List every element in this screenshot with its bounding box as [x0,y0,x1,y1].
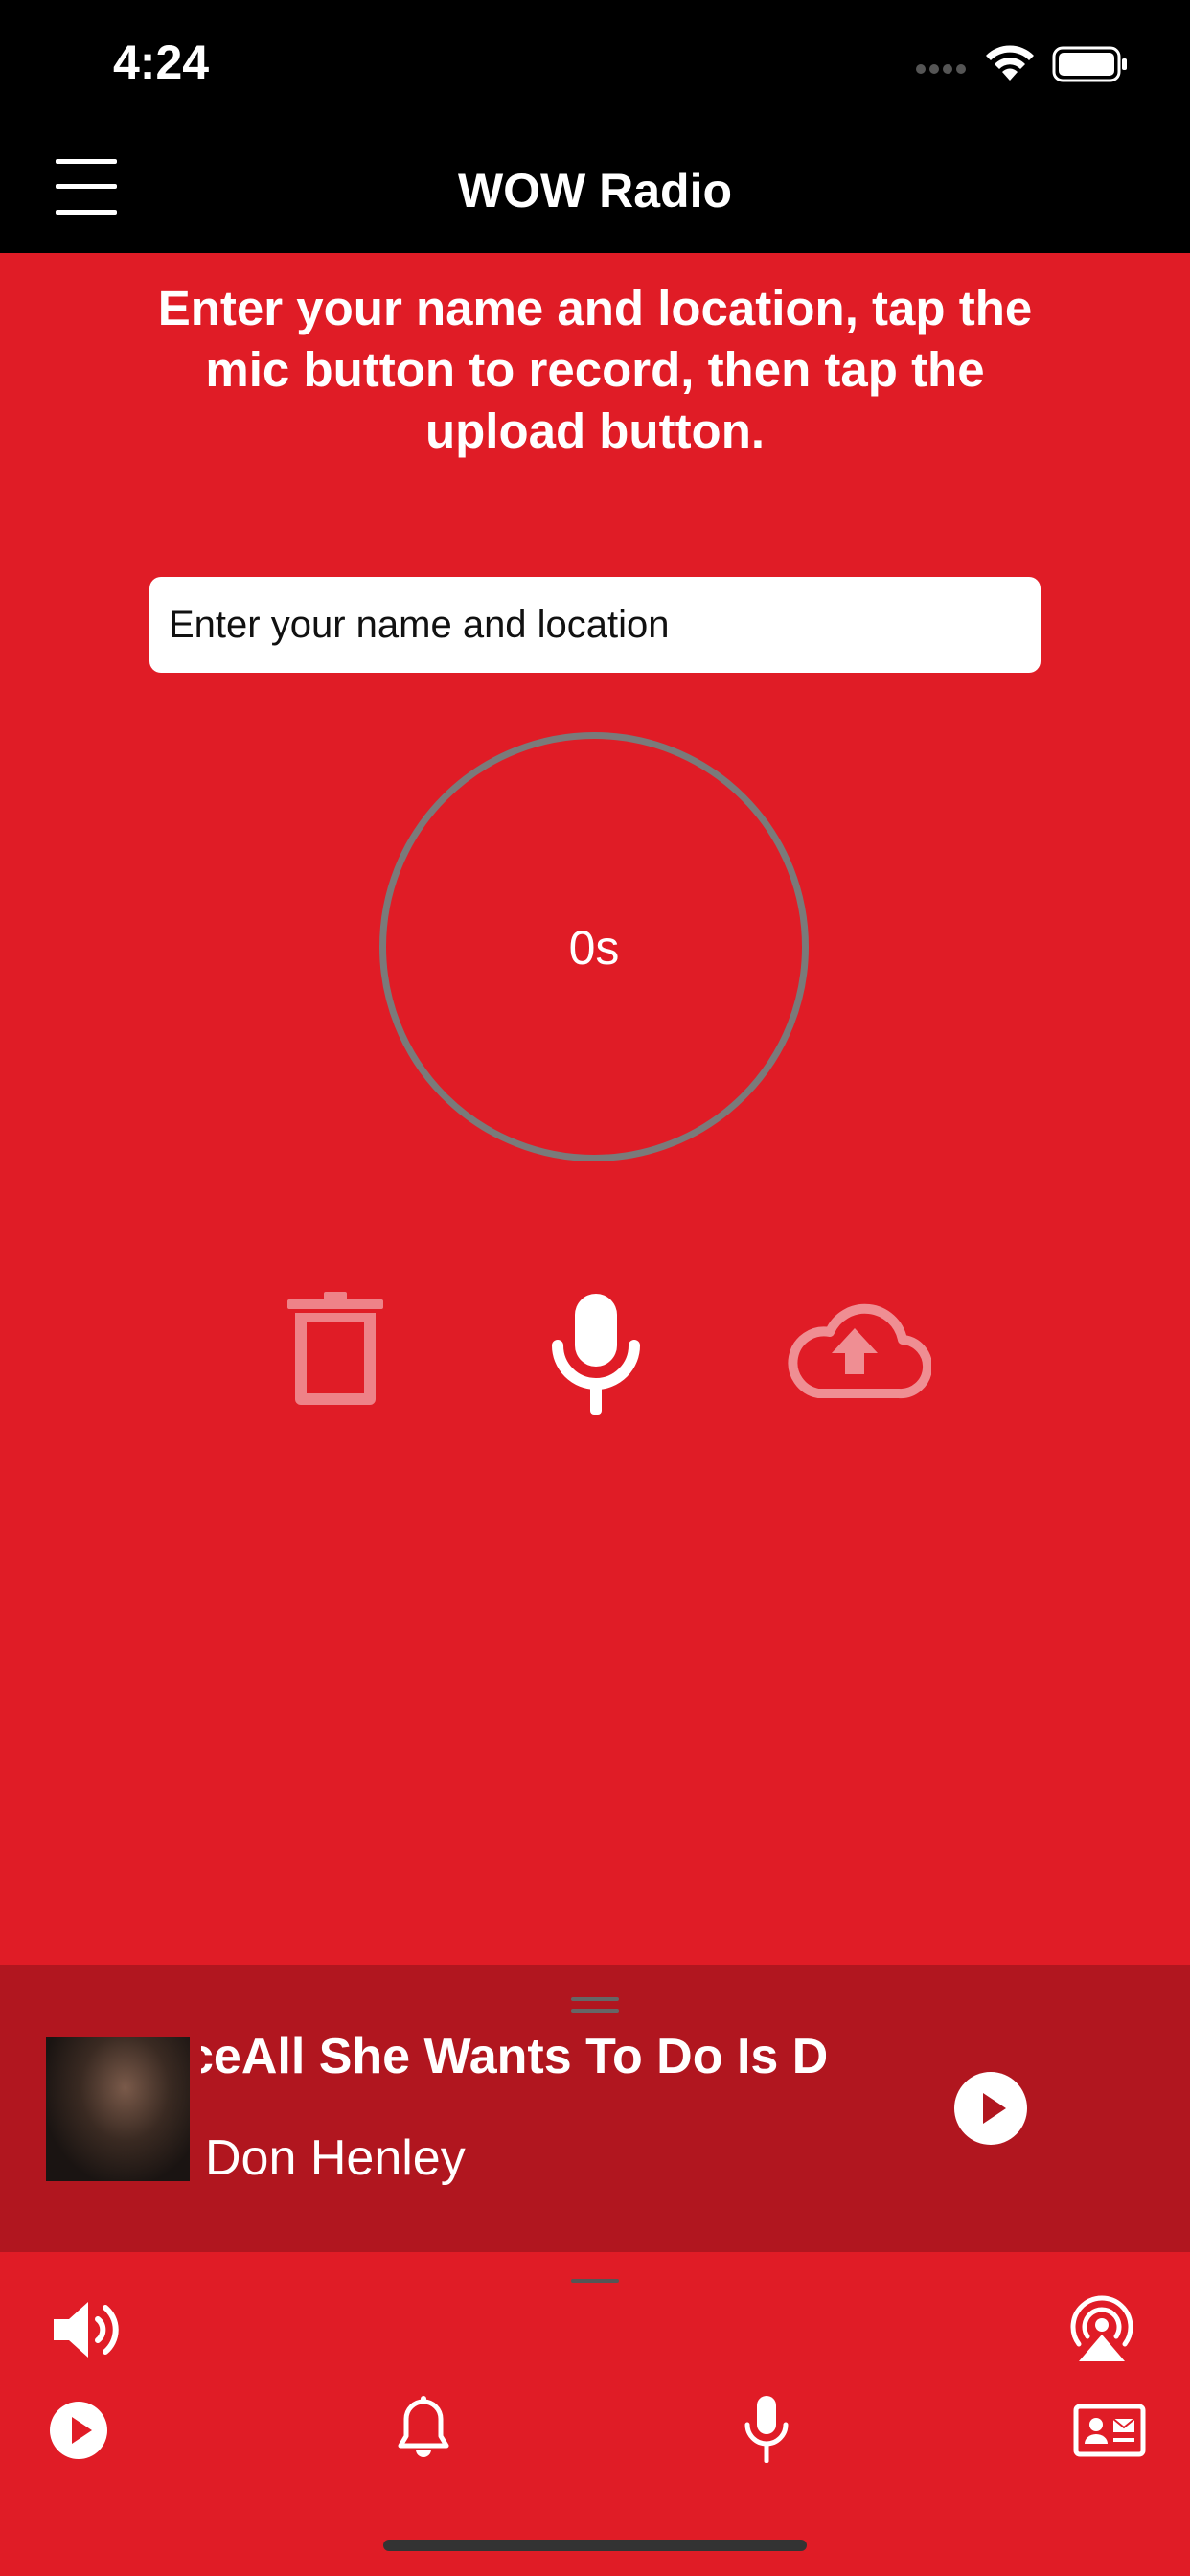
bottom-bar [0,2252,1190,2576]
microphone-icon[interactable] [548,1294,644,1414]
instructions-text: Enter your name and location, tap the mi… [157,281,1033,458]
artist-name: Don Henley [205,2130,466,2186]
play-circle-icon[interactable] [954,2072,1027,2145]
drag-handle-line [571,2009,619,2012]
track-title-container: ceAll She Wants To Do Is D [201,2020,826,2093]
speaker-volume-icon[interactable] [52,2298,125,2361]
wifi-icon [986,45,1034,80]
name-location-input[interactable] [149,577,1041,673]
page-title: WOW Radio [457,164,733,218]
microphone-icon[interactable] [744,2396,790,2463]
play-icon[interactable] [48,2400,109,2461]
cellular-signal-icon [916,64,966,74]
contact-card-icon[interactable] [1073,2404,1146,2457]
home-indicator [383,2540,807,2551]
trash-icon[interactable] [287,1292,383,1407]
bottom-drag-handle[interactable] [571,2279,619,2283]
drag-handle-icon[interactable] [571,1997,619,2001]
bell-icon[interactable] [397,2396,450,2459]
track-title: ceAll She Wants To Do Is D [201,2029,826,2084]
cloud-upload-icon[interactable] [778,1294,931,1401]
album-art [46,2037,190,2181]
battery-icon [1052,46,1127,82]
timer-text: 0s [568,921,620,975]
airplay-icon[interactable] [1065,2294,1138,2363]
status-time: 4:24 [113,35,210,89]
